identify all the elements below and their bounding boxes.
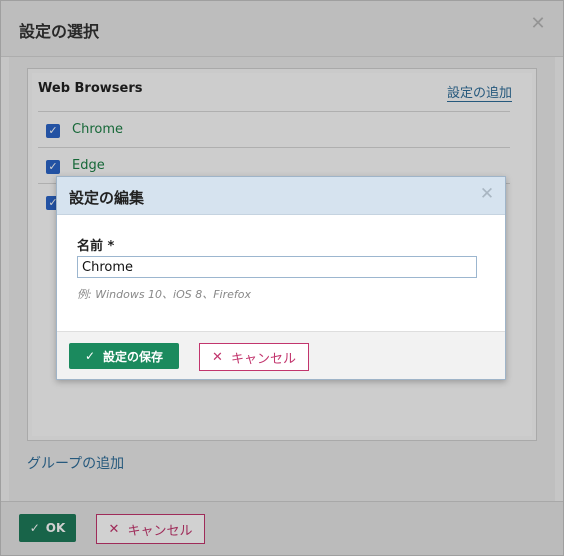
save-setting-button[interactable]: ✓ 設定の保存 xyxy=(69,343,179,369)
name-field-label: 名前 * xyxy=(77,239,115,254)
edit-setting-modal: 設定の編集 ✕ 名前 * 例: Windows 10、iOS 8、Firefox… xyxy=(56,176,506,380)
modal-cancel-button[interactable]: ✕ キャンセル xyxy=(199,343,309,371)
x-icon: ✕ xyxy=(212,349,223,365)
modal-title: 設定の編集 xyxy=(69,189,145,207)
check-icon: ✓ xyxy=(84,349,96,363)
close-icon[interactable]: ✕ xyxy=(479,186,495,203)
modal-footer: ✓ 設定の保存 ✕ キャンセル xyxy=(57,331,505,379)
save-setting-button-label: 設定の保存 xyxy=(103,349,164,364)
name-field-hint: 例: Windows 10、iOS 8、Firefox xyxy=(77,288,252,301)
name-input[interactable] xyxy=(77,256,477,278)
modal-cancel-button-label: キャンセル xyxy=(230,351,296,367)
modal-header: 設定の編集 ✕ xyxy=(57,177,505,215)
